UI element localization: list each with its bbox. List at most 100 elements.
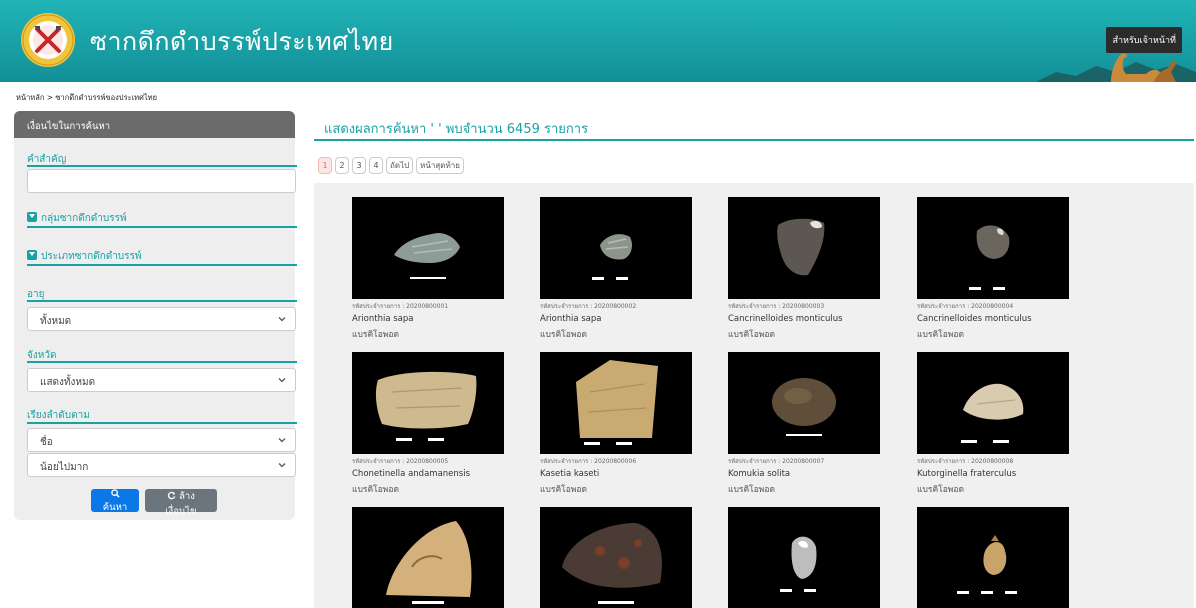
- province-divider: [27, 361, 297, 363]
- chevron-down-icon: [278, 438, 286, 443]
- fossil-thumbnail[interactable]: [728, 507, 880, 608]
- fossil-image-icon: [969, 225, 1017, 290]
- pagination: 1 2 3 4 ถัดไป หน้าสุดท้าย: [318, 157, 464, 174]
- sort-order-value: น้อยไปมาก: [40, 462, 89, 473]
- item-code: รหัสประจำรายการ : 20200800001: [352, 303, 449, 310]
- sort-field-select[interactable]: ชื่อ: [27, 428, 296, 452]
- fossil-image-icon: [375, 371, 477, 441]
- item-name[interactable]: Komukia solita: [728, 469, 880, 479]
- search-button-label: ค้นหา: [102, 502, 128, 513]
- item-name[interactable]: Kasetia kaseti: [540, 469, 692, 479]
- item-group: แบรคิโอพอด: [540, 485, 588, 495]
- expand-icon: [27, 212, 37, 222]
- age-divider: [27, 300, 297, 302]
- site-header: ซากดึกดำบรรพ์ประเทศไทย สำหรับเจ้าหน้าที่: [0, 0, 1196, 82]
- fossil-image-icon: [772, 378, 836, 436]
- item-code: รหัสประจำรายการ : 20200800005: [352, 458, 449, 465]
- item-group: แบรคิโอพอด: [728, 330, 776, 340]
- search-sidebar: เงื่อนไขในการค้นหา คำสำคัญ กลุ่มซากดึกดำ…: [14, 111, 297, 520]
- chevron-down-icon: [278, 317, 286, 322]
- result-card: รหัสประจำรายการ : 20200800001 Arionthia …: [352, 197, 504, 341]
- group-filter-label: กลุ่มซากดึกดำบรรพ์: [41, 213, 127, 224]
- keyword-divider: [27, 165, 297, 167]
- result-card: รหัสประจำรายการ : 20200800003 Cancrinell…: [728, 197, 880, 341]
- result-card: รหัสประจำรายการ : 20200800005 Chonetinel…: [352, 352, 504, 496]
- page-button[interactable]: 1: [318, 157, 332, 174]
- sort-order-select[interactable]: น้อยไปมาก: [27, 453, 296, 477]
- fossil-thumbnail[interactable]: [540, 507, 692, 608]
- result-card: รหัสประจำรายการ : 20200800006 Kasetia ka…: [540, 352, 692, 496]
- sort-divider: [27, 422, 297, 424]
- type-divider: [27, 264, 297, 266]
- sort-field-value: ชื่อ: [40, 437, 53, 448]
- fossil-thumbnail[interactable]: [352, 507, 504, 608]
- keyword-input[interactable]: [27, 169, 296, 193]
- item-name[interactable]: Chonetinella andamanensis: [352, 469, 504, 479]
- fossil-image-icon: [394, 233, 460, 279]
- group-divider: [27, 226, 297, 228]
- breadcrumb[interactable]: หน้าหลัก > ซากดึกดำบรรพ์ของประเทศไทย: [16, 92, 157, 104]
- result-card: [728, 507, 880, 608]
- department-logo-icon: [21, 13, 75, 67]
- fossil-image-icon: [780, 536, 828, 592]
- fossil-image-icon: [562, 523, 662, 604]
- results-title: แสดงผลการค้นหา ' ' พบจำนวน 6459 รายการ: [324, 122, 589, 137]
- item-code: รหัสประจำรายการ : 20200800008: [917, 458, 1014, 465]
- item-group: แบรคิโอพอด: [540, 330, 588, 340]
- result-card: [917, 507, 1069, 608]
- expand-icon: [27, 250, 37, 260]
- fossil-image-icon: [592, 234, 640, 280]
- fossil-thumbnail[interactable]: [917, 507, 1069, 608]
- item-code: รหัสประจำรายการ : 20200800006: [540, 458, 637, 465]
- results-gallery: รหัสประจำรายการ : 20200800001 Arionthia …: [314, 183, 1194, 608]
- age-select[interactable]: ทั้งหมด: [27, 307, 296, 331]
- item-name[interactable]: Cancrinelloides monticulus: [728, 314, 880, 324]
- province-select[interactable]: แสดงทั้งหมด: [27, 368, 296, 392]
- fossil-thumbnail[interactable]: [352, 352, 504, 454]
- result-card: [352, 507, 504, 608]
- last-page-button[interactable]: หน้าสุดท้าย: [416, 157, 464, 174]
- result-card: [540, 507, 692, 608]
- item-name[interactable]: Arionthia sapa: [352, 314, 504, 324]
- sort-label: เรียงลำดับตาม: [27, 410, 90, 421]
- fossil-thumbnail[interactable]: [352, 197, 504, 299]
- page-button[interactable]: 3: [352, 157, 366, 174]
- results-divider: [314, 139, 1194, 141]
- page-button[interactable]: 2: [335, 157, 349, 174]
- fossil-thumbnail[interactable]: [728, 352, 880, 454]
- item-group: แบรคิโอพอด: [352, 485, 400, 495]
- search-button[interactable]: ค้นหา: [91, 489, 139, 513]
- search-icon: [110, 489, 120, 498]
- item-name[interactable]: Kutorginella fraterculus: [917, 469, 1069, 479]
- group-filter-toggle[interactable]: กลุ่มซากดึกดำบรรพ์: [27, 211, 127, 226]
- type-filter-toggle[interactable]: ประเภทซากดึกดำบรรพ์: [27, 249, 142, 264]
- result-card: รหัสประจำรายการ : 20200800002 Arionthia …: [540, 197, 692, 341]
- item-code: รหัสประจำรายการ : 20200800007: [728, 458, 825, 465]
- province-select-value: แสดงทั้งหมด: [40, 377, 96, 388]
- fossil-thumbnail[interactable]: [917, 197, 1069, 299]
- fossil-thumbnail[interactable]: [540, 352, 692, 454]
- chevron-down-icon: [278, 463, 286, 468]
- item-group: แบรคิโอพอด: [728, 485, 776, 495]
- fossil-image-icon: [961, 383, 1025, 443]
- item-code: รหัสประจำรายการ : 20200800004: [917, 303, 1014, 310]
- site-title: ซากดึกดำบรรพ์ประเทศไทย: [90, 27, 394, 56]
- item-name[interactable]: Arionthia sapa: [540, 314, 692, 324]
- clear-button[interactable]: ล้างเงื่อนไข: [145, 489, 217, 517]
- type-filter-label: ประเภทซากดึกดำบรรพ์: [41, 251, 142, 262]
- fossil-thumbnail[interactable]: [917, 352, 1069, 454]
- next-page-button[interactable]: ถัดไป: [386, 157, 414, 174]
- sidebar-title: เงื่อนไขในการค้นหา: [14, 111, 295, 138]
- fossil-image-icon: [957, 535, 1029, 594]
- result-card: รหัสประจำรายการ : 20200800008 Kutorginel…: [917, 352, 1069, 496]
- item-name[interactable]: Cancrinelloides monticulus: [917, 314, 1069, 324]
- item-group: แบรคิโอพอด: [917, 330, 965, 340]
- item-group: แบรคิโอพอด: [352, 330, 400, 340]
- item-group: แบรคิโอพอด: [917, 485, 965, 495]
- page-button[interactable]: 4: [369, 157, 383, 174]
- result-card: รหัสประจำรายการ : 20200800004 Cancrinell…: [917, 197, 1069, 341]
- dinosaur-skyline-icon: [1036, 53, 1196, 82]
- fossil-thumbnail[interactable]: [540, 197, 692, 299]
- fossil-thumbnail[interactable]: [728, 197, 880, 299]
- fossil-image-icon: [777, 218, 825, 276]
